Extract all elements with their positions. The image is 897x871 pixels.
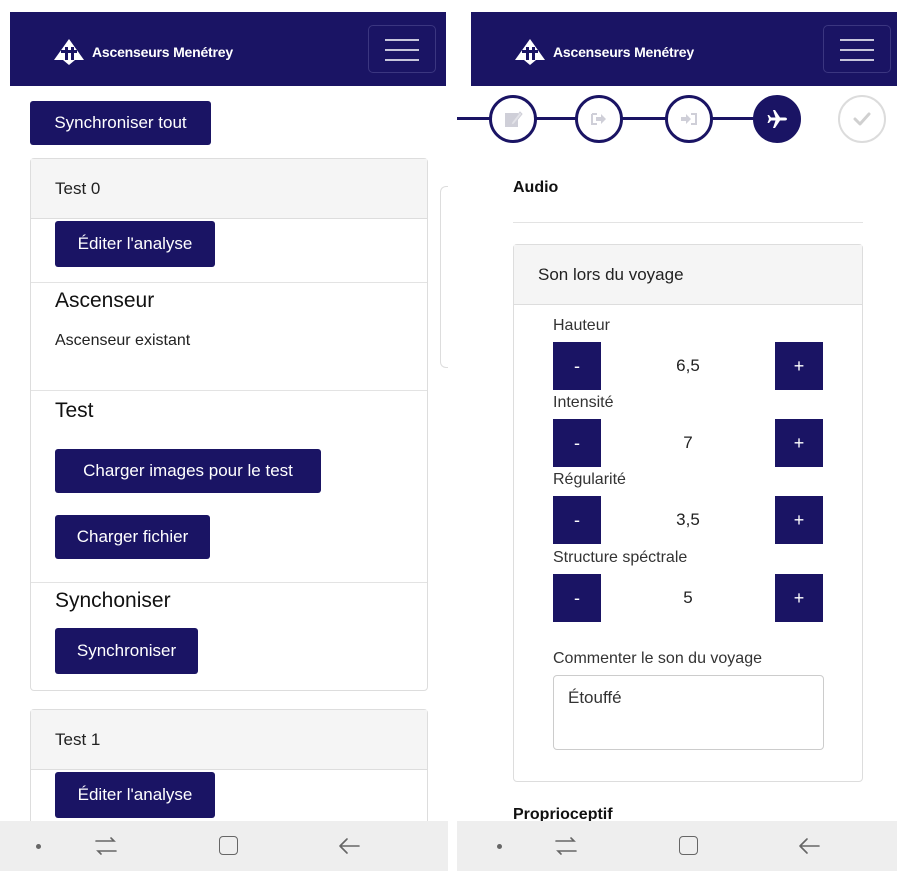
hamburger-icon-bar xyxy=(385,59,419,61)
section-title-audio: Audio xyxy=(513,179,559,196)
load-file-button[interactable]: Charger fichier xyxy=(55,515,210,559)
android-nav-bar xyxy=(0,821,448,871)
back-icon[interactable] xyxy=(338,836,360,856)
test-heading: Test xyxy=(55,399,94,422)
home-icon[interactable] xyxy=(679,836,698,855)
spectral-structure-label: Structure spéctrale xyxy=(553,549,688,566)
menu-toggle-button[interactable] xyxy=(368,25,436,73)
test-card-0: Test 0 Éditer l'analyse Ascenseur Ascens… xyxy=(30,158,428,691)
nav-dot-icon xyxy=(36,844,41,849)
sync-all-button[interactable]: Synchroniser tout xyxy=(30,101,211,145)
menu-toggle-button[interactable] xyxy=(823,25,891,73)
height-increment-button[interactable]: + xyxy=(775,342,823,390)
hamburger-icon xyxy=(840,39,874,41)
intensity-decrement-button[interactable]: - xyxy=(553,419,601,467)
regularity-label: Régularité xyxy=(553,471,626,488)
divider xyxy=(31,582,427,583)
edit-analysis-button[interactable]: Éditer l'analyse xyxy=(55,772,215,818)
divider xyxy=(513,222,863,223)
card-title: Test 1 xyxy=(55,730,101,749)
spectral-structure-decrement-button[interactable]: - xyxy=(553,574,601,622)
home-icon[interactable] xyxy=(219,836,238,855)
step-5[interactable] xyxy=(838,95,886,143)
height-decrement-button[interactable]: - xyxy=(553,342,601,390)
divider xyxy=(31,390,427,391)
height-value[interactable]: 6,5 xyxy=(601,342,775,390)
navbar: Ascenseurs Menétrey xyxy=(10,12,446,86)
sync-heading: Synchoniser xyxy=(55,589,171,612)
panel-header: Son lors du voyage xyxy=(514,245,862,305)
divider xyxy=(31,282,427,283)
step-2[interactable] xyxy=(575,95,623,143)
spectral-structure-increment-button[interactable]: + xyxy=(775,574,823,622)
nav-dot-icon xyxy=(497,844,502,849)
regularity-decrement-button[interactable]: - xyxy=(553,496,601,544)
elevator-value: Ascenseur existant xyxy=(55,332,191,349)
hamburger-icon-bar xyxy=(840,49,874,51)
sidebar-edge[interactable] xyxy=(440,186,448,368)
regularity-increment-button[interactable]: + xyxy=(775,496,823,544)
hamburger-icon-bar xyxy=(385,49,419,51)
brand-link[interactable]: Ascenseurs Menétrey xyxy=(513,38,694,66)
sign-in-icon xyxy=(681,113,697,125)
back-icon[interactable] xyxy=(798,836,820,856)
card-header: Test 0 xyxy=(31,159,427,219)
height-label: Hauteur xyxy=(553,317,610,334)
brand-name: Ascenseurs Menétrey xyxy=(92,44,233,60)
recent-apps-icon[interactable] xyxy=(94,835,118,857)
load-images-button[interactable]: Charger images pour le test xyxy=(55,449,321,493)
hamburger-icon xyxy=(385,39,419,41)
edit-icon xyxy=(505,111,523,127)
sync-button[interactable]: Synchroniser xyxy=(55,628,198,674)
intensity-value[interactable]: 7 xyxy=(601,419,775,467)
navbar: Ascenseurs Menétrey xyxy=(471,12,897,86)
logo-icon xyxy=(54,39,84,65)
brand-link[interactable]: Ascenseurs Menétrey xyxy=(52,38,233,66)
android-nav-bar xyxy=(457,821,897,871)
elevator-heading: Ascenseur xyxy=(55,289,155,312)
plane-icon xyxy=(767,110,787,128)
card-header: Test 1 xyxy=(31,710,427,770)
intensity-increment-button[interactable]: + xyxy=(775,419,823,467)
step-1[interactable] xyxy=(489,95,537,143)
card-title: Test 0 xyxy=(55,179,101,198)
recent-apps-icon[interactable] xyxy=(554,835,578,857)
brand-name: Ascenseurs Menétrey xyxy=(553,44,694,60)
hamburger-icon-bar xyxy=(840,59,874,61)
comment-textarea[interactable]: Étouffé xyxy=(553,675,824,750)
logo-icon xyxy=(515,39,545,65)
analysis-edit-screen: Ascenseurs Menétrey Audio Son lors du vo… xyxy=(457,0,897,871)
comment-label: Commenter le son du voyage xyxy=(553,650,762,667)
check-icon xyxy=(853,112,871,126)
regularity-value[interactable]: 3,5 xyxy=(601,496,775,544)
edit-analysis-button[interactable]: Éditer l'analyse xyxy=(55,221,215,267)
analysis-list-screen: Ascenseurs Menétrey Synchroniser tout Te… xyxy=(0,0,448,871)
step-4[interactable] xyxy=(753,95,801,143)
spectral-structure-value[interactable]: 5 xyxy=(601,574,775,622)
intensity-label: Intensité xyxy=(553,394,614,411)
sign-out-icon xyxy=(591,113,606,125)
panel-title: Son lors du voyage xyxy=(538,265,684,284)
step-3[interactable] xyxy=(665,95,713,143)
